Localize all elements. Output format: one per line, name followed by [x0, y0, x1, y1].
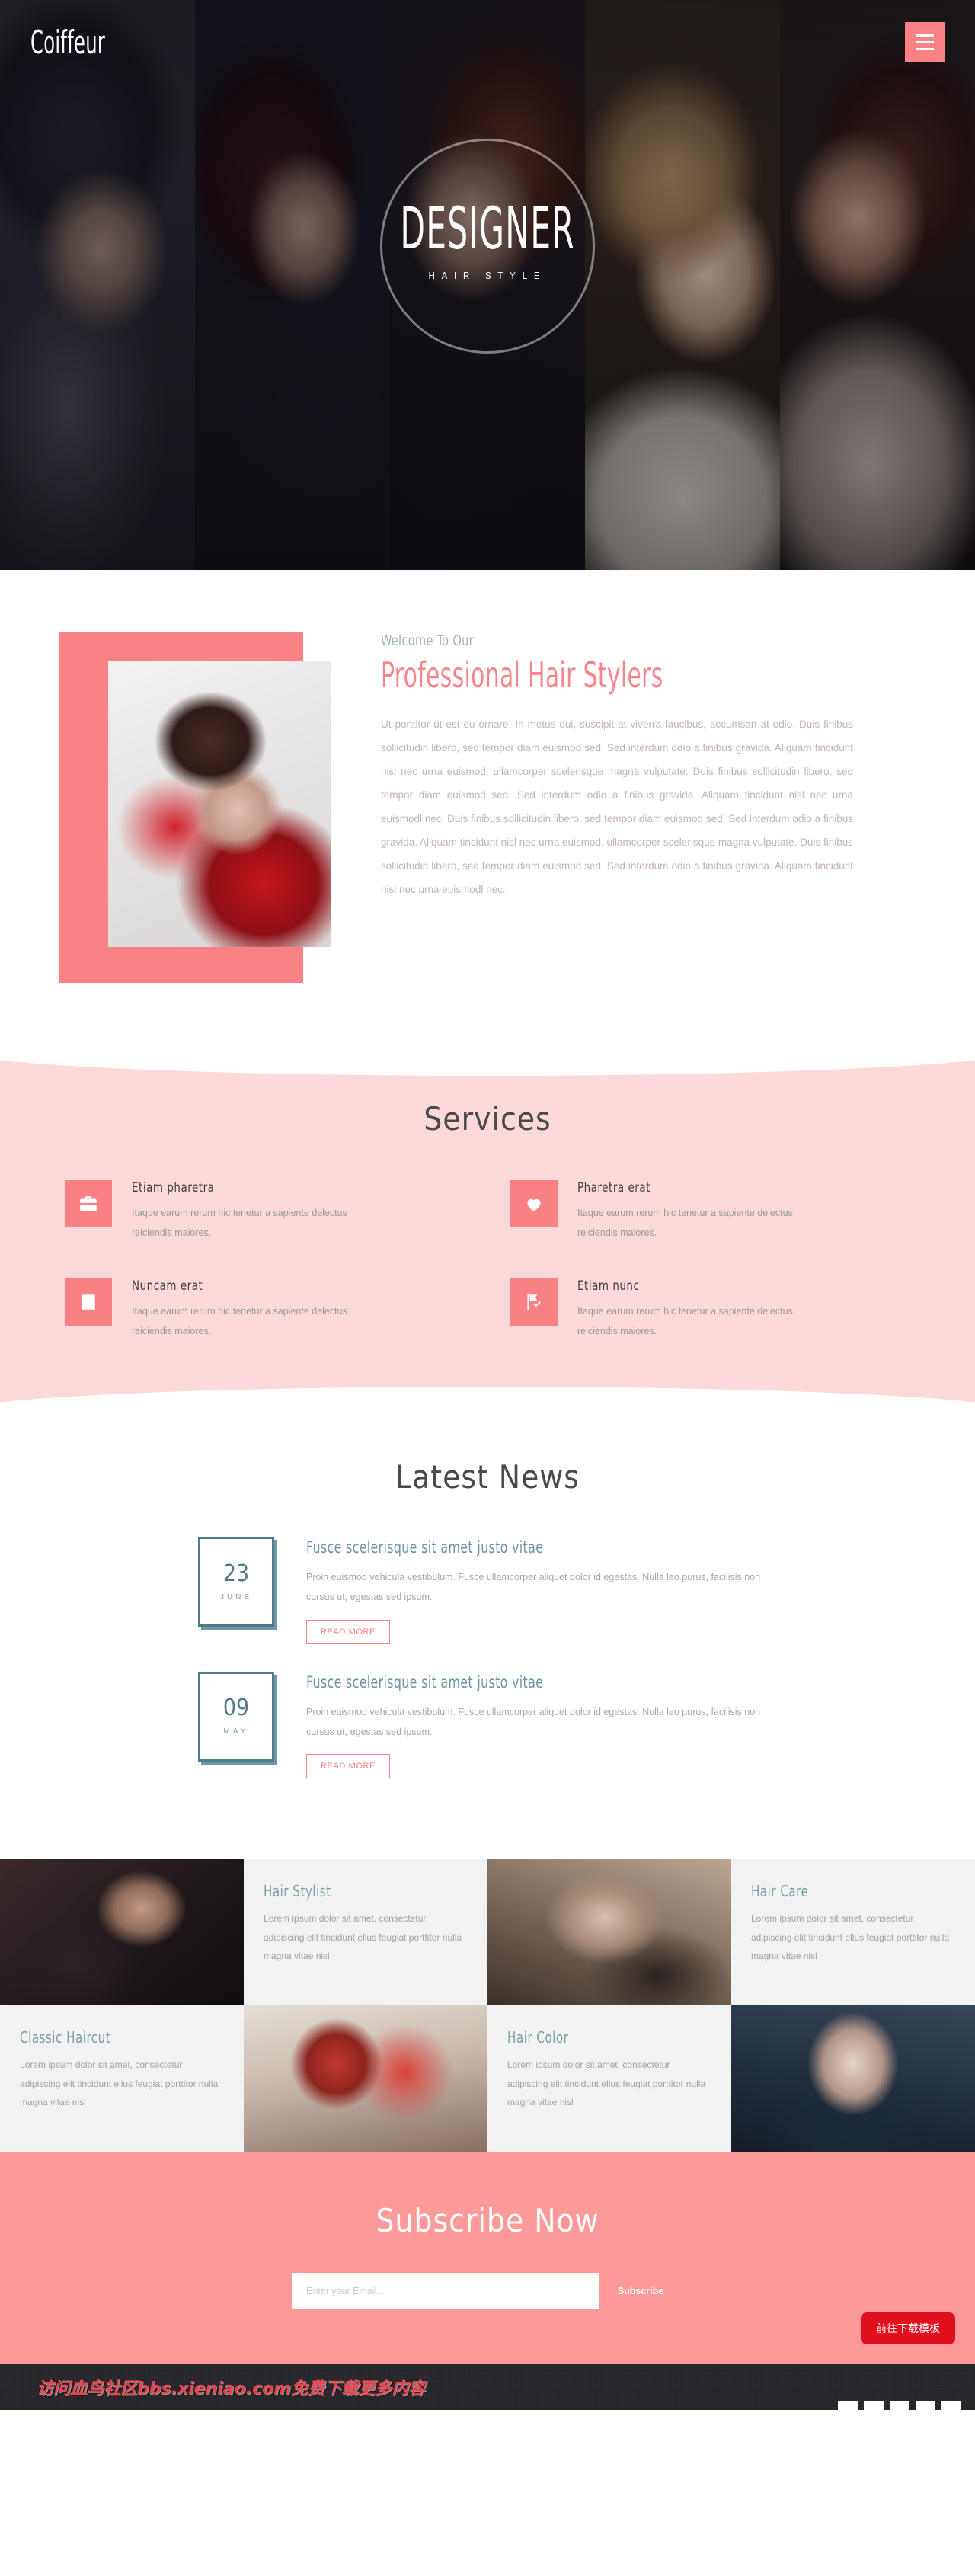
services-title: Services — [424, 1100, 551, 1138]
read-more-button[interactable]: READ MORE — [306, 1754, 391, 1778]
gallery-image-cell[interactable] — [488, 1859, 731, 2005]
gallery-section: Hair Stylist Lorem ipsum dolor sit amet,… — [0, 1859, 975, 2152]
hamburger-bar — [916, 47, 934, 50]
gallery-text-cell[interactable]: Hair Stylist Lorem ipsum dolor sit amet,… — [244, 1859, 488, 2005]
gallery-text-cell[interactable]: Hair Color Lorem ipsum dolor sit amet, c… — [488, 2005, 731, 2152]
news-day: 23 — [222, 1560, 250, 1587]
gallery-image-cell[interactable] — [244, 2005, 488, 2152]
subscribe-form: Subscribe — [292, 2273, 682, 2309]
subscribe-button[interactable]: Subscribe — [599, 2273, 682, 2309]
email-input[interactable] — [292, 2273, 599, 2309]
gallery-text: Lorem ipsum dolor sit amet, consectetur … — [20, 2059, 219, 2108]
welcome-section: Welcome To Our Professional Hair Stylers… — [0, 570, 975, 1050]
flag-check-icon — [510, 1278, 558, 1326]
welcome-eyebrow: Welcome To Our — [381, 632, 475, 649]
service-card[interactable]: Etiam nunc Itaque earum rerum hic tenetu… — [510, 1278, 910, 1342]
subscribe-title: Subscribe Now — [376, 2202, 599, 2239]
gallery-text: Lorem ipsum dolor sit amet, consectetur … — [507, 2059, 706, 2108]
gallery-title: Hair Care — [751, 1882, 809, 1900]
welcome-paragraph: Ut porttitor ut est eu ornare. In metus … — [381, 718, 853, 896]
service-card[interactable]: Etiam pharetra Itaque earum rerum hic te… — [65, 1180, 465, 1243]
welcome-photo — [108, 661, 331, 947]
briefcase-icon — [65, 1180, 112, 1227]
news-excerpt: Proin euismod vehicula vestibulum. Fusce… — [306, 1706, 761, 1737]
news-item: 23 JUNE Fusce scelerisque sit amet justo… — [198, 1537, 777, 1644]
service-text: Itaque earum rerum hic tenetur a sapient… — [577, 1208, 793, 1239]
hero-headline-block: DESIGNER HAIR STYLE — [0, 139, 975, 354]
watermark-blocks — [838, 2401, 961, 2410]
hero-subtitle: HAIR STYLE — [428, 270, 547, 281]
service-title: Pharetra erat — [577, 1180, 651, 1195]
site-logo[interactable]: Coiffeur — [30, 24, 105, 61]
news-headline[interactable]: Fusce scelerisque sit amet justo vitae — [306, 1673, 702, 1691]
gallery-title: Hair Stylist — [264, 1882, 331, 1900]
news-title: Latest News — [395, 1458, 580, 1496]
service-text: Itaque earum rerum hic tenetur a sapient… — [132, 1305, 347, 1336]
download-template-button[interactable]: 前往下载模板 — [861, 2312, 955, 2344]
service-card[interactable]: Nuncam erat Itaque earum rerum hic tenet… — [65, 1278, 465, 1342]
gallery-image-cell[interactable] — [0, 1859, 244, 2005]
hamburger-bar — [916, 34, 934, 37]
read-more-button[interactable]: READ MORE — [306, 1619, 391, 1644]
hamburger-bar — [916, 40, 934, 43]
heart-icon — [510, 1180, 558, 1227]
welcome-heading: Professional Hair Stylers — [381, 654, 663, 696]
page-root: Coiffeur DESIGNER HAIR STYLE Welcome To … — [0, 0, 975, 2410]
service-title: Etiam nunc — [577, 1278, 640, 1294]
gallery-title: Classic Haircut — [20, 2028, 111, 2046]
news-headline[interactable]: Fusce scelerisque sit amet justo vitae — [306, 1538, 702, 1557]
news-item: 09 MAY Fusce scelerisque sit amet justo … — [198, 1671, 777, 1778]
subscribe-section: Subscribe Now Subscribe — [0, 2152, 975, 2364]
news-month: MAY — [223, 1727, 249, 1736]
top-navigation: Coiffeur — [0, 0, 975, 84]
service-title: Etiam pharetra — [132, 1180, 215, 1195]
service-card[interactable]: Pharetra erat Itaque earum rerum hic ten… — [510, 1180, 910, 1243]
welcome-copy: Welcome To Our Professional Hair Stylers… — [381, 623, 929, 901]
service-title: Nuncam erat — [132, 1278, 203, 1294]
gallery-title: Hair Color — [507, 2028, 569, 2046]
hero-section: Coiffeur DESIGNER HAIR STYLE — [0, 0, 975, 570]
services-grid: Etiam pharetra Itaque earum rerum hic te… — [65, 1180, 910, 1341]
watermark-text: 访问血鸟社区bbs.xieniao.com免费下载更多内容 — [37, 2379, 426, 2398]
news-section: Latest News 23 JUNE Fusce scelerisque si… — [0, 1413, 975, 1859]
gallery-text-cell[interactable]: Classic Haircut Lorem ipsum dolor sit am… — [0, 2005, 244, 2152]
welcome-figure — [46, 623, 350, 983]
news-list: 23 JUNE Fusce scelerisque sit amet justo… — [198, 1537, 777, 1778]
service-text: Itaque earum rerum hic tenetur a sapient… — [132, 1208, 347, 1239]
gallery-text: Lorem ipsum dolor sit amet, consectetur … — [751, 1913, 950, 1962]
gallery-text: Lorem ipsum dolor sit amet, consectetur … — [264, 1913, 462, 1962]
hamburger-menu-icon[interactable] — [905, 22, 945, 62]
services-section: Services Etiam pharetra Itaque earum rer… — [0, 1022, 975, 1440]
service-text: Itaque earum rerum hic tenetur a sapient… — [577, 1305, 793, 1336]
news-date-badge: 09 MAY — [198, 1671, 274, 1762]
news-date-badge: 23 JUNE — [198, 1537, 274, 1627]
news-month: JUNE — [219, 1592, 253, 1602]
watermark-bar: 访问血鸟社区bbs.xieniao.com免费下载更多内容 — [0, 2364, 975, 2410]
gallery-text-cell[interactable]: Hair Care Lorem ipsum dolor sit amet, co… — [731, 1859, 975, 2005]
gallery-image-cell[interactable] — [731, 2005, 975, 2152]
news-excerpt: Proin euismod vehicula vestibulum. Fusce… — [306, 1572, 761, 1603]
hero-title: DESIGNER — [400, 194, 575, 262]
check-square-icon — [65, 1278, 112, 1326]
news-day: 09 — [222, 1694, 250, 1721]
